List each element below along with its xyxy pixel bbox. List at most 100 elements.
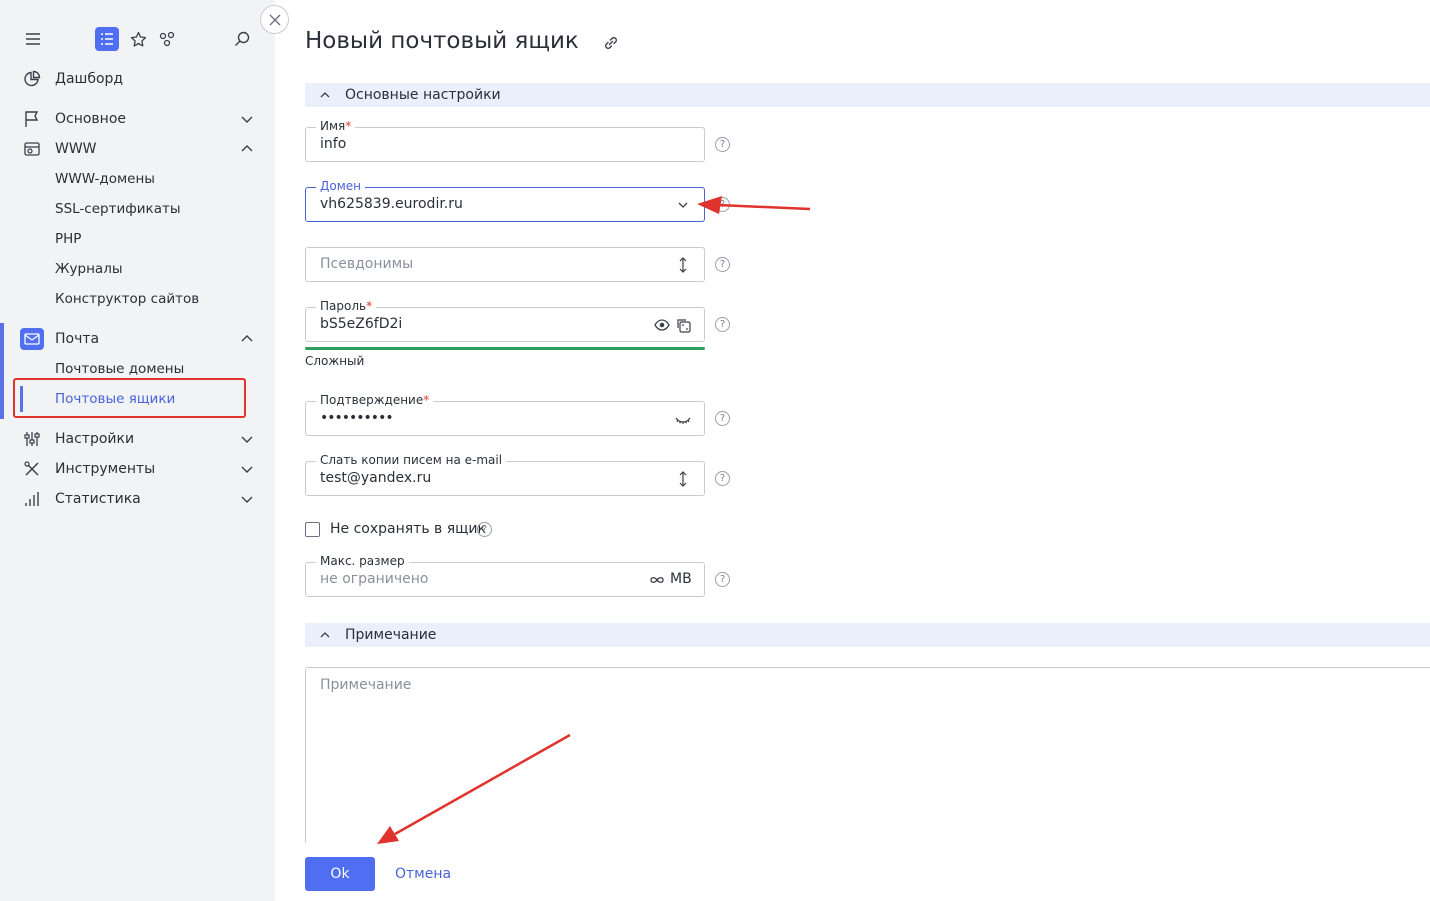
section-header-main-settings[interactable]: Основные настройки xyxy=(305,83,1430,107)
eye-closed-icon[interactable] xyxy=(675,411,691,427)
cancel-button[interactable]: Отмена xyxy=(395,866,451,882)
sidebar-item-logs[interactable]: Журналы xyxy=(0,254,275,284)
sidebar-item-label: Статистика xyxy=(55,491,141,507)
flag-icon xyxy=(22,109,42,129)
sidebar-item-label: Почтовые домены xyxy=(55,361,185,377)
sidebar-item-settings[interactable]: Настройки xyxy=(0,424,275,454)
chevron-down-icon[interactable] xyxy=(239,431,255,447)
generate-password-icon[interactable] xyxy=(675,317,691,333)
bar-chart-icon xyxy=(22,489,42,509)
forward-copies-field[interactable]: Слать копии писем на e-mail test@yandex.… xyxy=(305,453,705,496)
infinity-icon[interactable] xyxy=(648,572,664,588)
ok-button[interactable]: Ok xyxy=(305,857,375,891)
forward-copies-input[interactable]: test@yandex.ru xyxy=(320,470,431,486)
sidebar-item-tools[interactable]: Инструменты xyxy=(0,454,275,484)
www-icon xyxy=(22,139,42,159)
sidebar-item-dashboard[interactable]: Дашборд xyxy=(0,64,275,94)
field-label: Макс. размер xyxy=(316,554,409,568)
sidebar-item-www[interactable]: WWW xyxy=(0,134,275,164)
sidebar-item-statistics[interactable]: Статистика xyxy=(0,484,275,514)
domain-select[interactable]: Домен vh625839.eurodir.ru xyxy=(305,179,705,222)
mail-icon xyxy=(20,328,44,350)
chevron-down-icon[interactable] xyxy=(239,461,255,477)
sidebar-item-label: PHP xyxy=(55,231,82,247)
sidebar-item-label: SSL-сертификаты xyxy=(55,201,181,217)
field-label: Слать копии писем на e-mail xyxy=(316,453,507,467)
search-icon[interactable] xyxy=(230,27,254,51)
sidebar-item-ssl[interactable]: SSL-сертификаты xyxy=(0,194,275,224)
help-icon[interactable]: ? xyxy=(715,572,730,587)
help-icon[interactable]: ? xyxy=(715,197,730,212)
close-button[interactable] xyxy=(260,5,289,34)
tools-icon xyxy=(22,459,42,479)
help-icon[interactable]: ? xyxy=(477,522,492,537)
chevron-up-icon[interactable] xyxy=(239,331,255,347)
star-icon[interactable] xyxy=(126,27,150,51)
chevron-up-icon[interactable] xyxy=(239,141,255,157)
eye-icon[interactable] xyxy=(654,317,670,333)
confirm-password-field[interactable]: Подтверждение* •••••••••• xyxy=(305,393,705,436)
aliases-field[interactable]: Псевдонимы xyxy=(305,247,705,282)
name-input[interactable]: info xyxy=(320,136,346,152)
page-title: Новый почтовый ящик xyxy=(305,28,579,54)
chevron-down-icon[interactable] xyxy=(239,111,255,127)
note-textarea[interactable]: Примечание xyxy=(305,667,1430,843)
password-strength-label: Сложный xyxy=(305,354,365,368)
resize-vertical-icon[interactable] xyxy=(675,257,691,273)
help-icon[interactable]: ? xyxy=(715,317,730,332)
sliders-icon xyxy=(22,429,42,449)
confirm-password-input[interactable]: •••••••••• xyxy=(320,410,394,426)
menu-icon[interactable] xyxy=(21,27,45,51)
sidebar-item-main[interactable]: Основное xyxy=(0,104,275,134)
max-size-input[interactable]: не ограничено xyxy=(320,571,428,587)
sidebar-item-label: Журналы xyxy=(55,261,123,277)
no-save-checkbox[interactable] xyxy=(305,522,320,537)
sidebar-toolbar xyxy=(0,24,275,54)
section-title: Основные настройки xyxy=(345,87,501,103)
no-save-label[interactable]: Не сохранять в ящик xyxy=(330,521,486,537)
resize-vertical-icon[interactable] xyxy=(675,471,691,487)
share-icon[interactable] xyxy=(155,27,179,51)
sidebar-item-site-builder[interactable]: Конструктор сайтов xyxy=(0,284,275,314)
password-strength-bar xyxy=(305,347,705,350)
sidebar-item-label: Настройки xyxy=(55,431,135,447)
note-placeholder: Примечание xyxy=(320,677,412,693)
sidebar-item-label: Основное xyxy=(55,111,127,127)
chevron-down-icon[interactable] xyxy=(239,491,255,507)
close-icon xyxy=(269,14,280,25)
sidebar-item-label: WWW-домены xyxy=(55,171,155,187)
password-input[interactable]: bS5eZ6fD2i xyxy=(320,316,402,332)
unit-label: MB xyxy=(670,571,692,587)
chevron-down-icon[interactable] xyxy=(675,197,691,213)
aliases-input[interactable]: Псевдонимы xyxy=(320,256,413,272)
sidebar-item-php[interactable]: PHP xyxy=(0,224,275,254)
help-icon[interactable]: ? xyxy=(715,471,730,486)
sidebar-item-label: Дашборд xyxy=(55,71,124,87)
pie-chart-icon xyxy=(22,69,42,89)
chevron-up-icon xyxy=(318,88,332,102)
help-icon[interactable]: ? xyxy=(715,257,730,272)
help-icon[interactable]: ? xyxy=(715,411,730,426)
annotation-arrow-domain xyxy=(697,196,811,214)
section-header-note[interactable]: Примечание xyxy=(305,623,1430,647)
field-label: Пароль* xyxy=(316,299,377,313)
section-title: Примечание xyxy=(345,627,437,643)
field-label: Домен xyxy=(316,179,365,193)
sidebar-item-mail[interactable]: Почта xyxy=(0,324,275,354)
list-icon[interactable] xyxy=(95,27,119,51)
sidebar-item-label: WWW xyxy=(55,141,97,157)
chevron-up-icon xyxy=(318,628,332,642)
field-label: Подтверждение* xyxy=(316,393,434,407)
name-field[interactable]: Имя* info xyxy=(305,119,705,162)
sidebar: Дашборд Основное WWW WWW-домены SSL-серт… xyxy=(0,0,275,901)
domain-value: vh625839.eurodir.ru xyxy=(320,196,463,212)
sidebar-item-label: Инструменты xyxy=(55,461,156,477)
password-field[interactable]: Пароль* bS5eZ6fD2i xyxy=(305,299,705,342)
link-icon[interactable] xyxy=(602,34,620,52)
field-label: Имя* xyxy=(316,119,356,133)
sidebar-item-www-domains[interactable]: WWW-домены xyxy=(0,164,275,194)
help-icon[interactable]: ? xyxy=(715,137,730,152)
sidebar-item-label: Почта xyxy=(55,331,100,347)
annotation-highlight-box xyxy=(13,378,246,418)
max-size-field[interactable]: Макс. размер не ограничено MB xyxy=(305,554,705,597)
